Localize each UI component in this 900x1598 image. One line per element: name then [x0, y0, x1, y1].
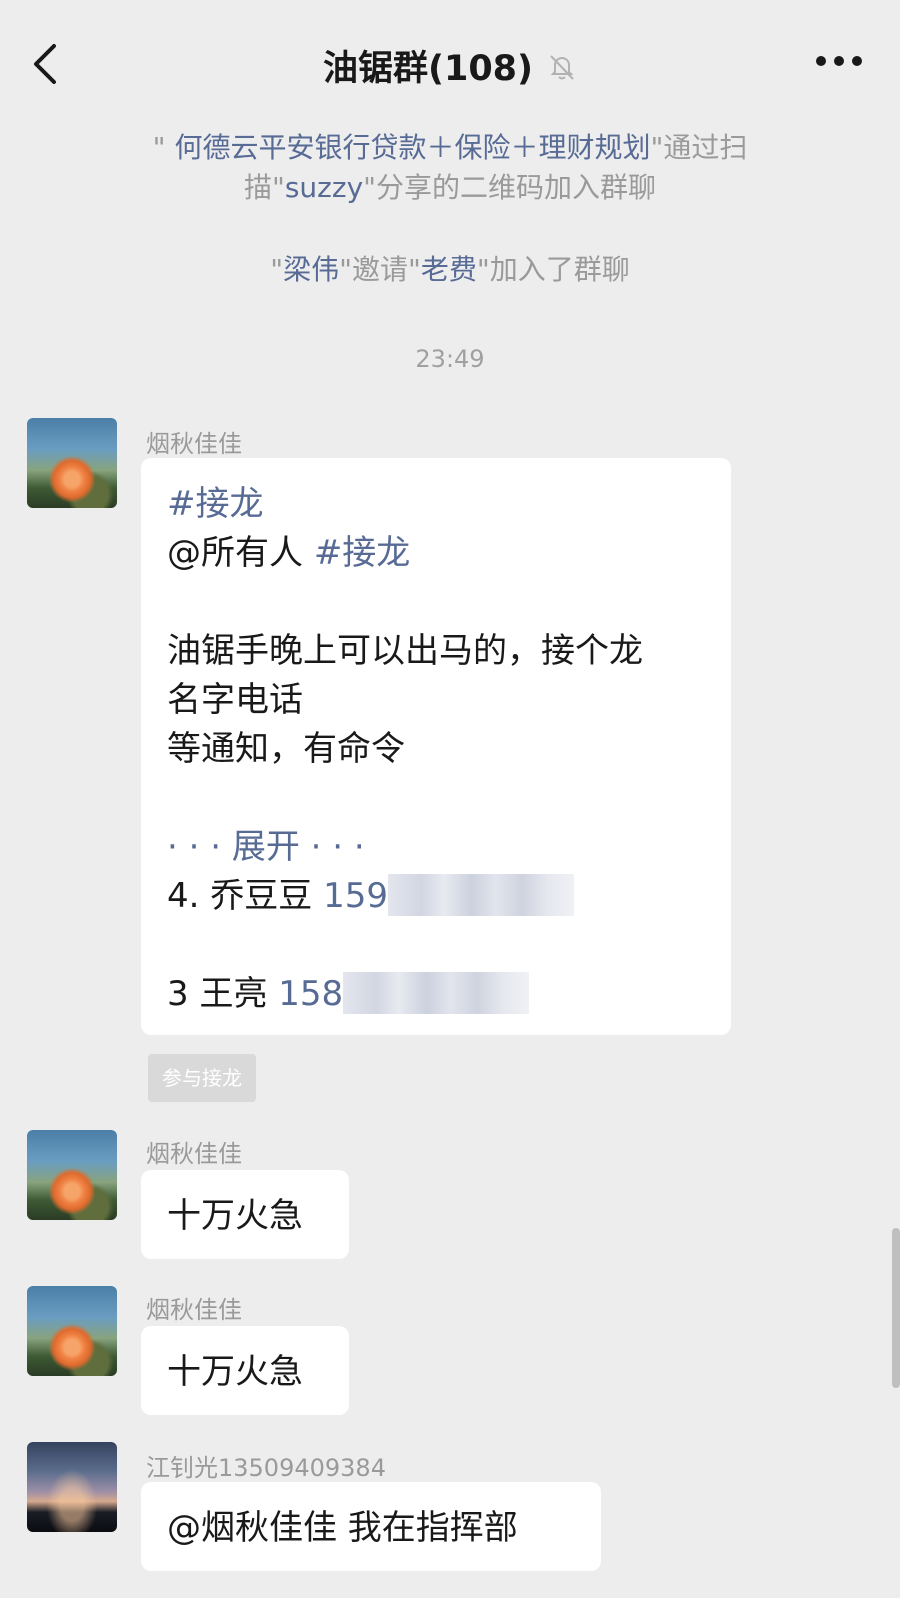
system-text: "加入了群聊 — [476, 253, 630, 286]
phone-link[interactable]: 159 — [323, 876, 388, 916]
message-text: 十万火急 — [167, 1352, 303, 1392]
member-name-link[interactable]: 梁伟 — [283, 253, 339, 286]
avatar[interactable] — [27, 1442, 117, 1532]
chat-title[interactable]: 油锯群(108) — [0, 40, 900, 91]
system-text: "分享的二维码加入群聊 — [363, 171, 657, 204]
quote-text: " — [152, 131, 175, 164]
entry-name: 3 王亮 — [167, 974, 279, 1014]
system-text: "邀请" — [339, 253, 421, 286]
more-dots-icon[interactable] — [816, 56, 862, 70]
message-bubble[interactable]: @烟秋佳佳 我在指挥部 — [141, 1482, 601, 1571]
chat-title-text: 油锯群(108) — [322, 49, 534, 89]
sender-name: 烟秋佳佳 — [146, 430, 242, 458]
member-name-link[interactable]: 老费 — [421, 253, 477, 286]
message-text: 十万火急 — [167, 1196, 303, 1236]
quote-text: " — [270, 253, 284, 286]
hashtag-link[interactable]: #接龙 — [167, 484, 264, 524]
message-bubble-solitaire[interactable]: #接龙 @所有人 #接龙 油锯手晚上可以出马的，接个龙 名字电话 等通知，有命令… — [141, 458, 731, 1035]
member-name-link[interactable]: suzzy — [285, 171, 363, 204]
timestamp: 23:49 — [415, 345, 485, 373]
scrollbar[interactable] — [892, 1228, 900, 1388]
message-text: 等通知，有命令 — [167, 729, 405, 769]
phone-link[interactable]: 158 — [278, 974, 343, 1014]
message-text: @所有人 — [167, 533, 314, 573]
sender-name: 烟秋佳佳 — [146, 1296, 242, 1324]
system-message-join-qr: " 何德云平安银行贷款＋保险＋理财规划"通过扫描"suzzy"分享的二维码加入群… — [90, 128, 810, 208]
chat-header: 油锯群(108) — [0, 0, 900, 122]
message-text: 名字电话 — [167, 680, 303, 720]
join-solitaire-button[interactable]: 参与接龙 — [148, 1054, 256, 1102]
sender-name: 江钊光13509409384 — [146, 1454, 386, 1482]
bell-off-icon — [550, 55, 574, 80]
message-text: @烟秋佳佳 我在指挥部 — [167, 1508, 518, 1548]
message-bubble[interactable]: 十万火急 — [141, 1326, 349, 1415]
member-name-link[interactable]: 何德云平安银行贷款＋保险＋理财规划 — [174, 131, 650, 164]
message-text: 油锯手晚上可以出马的，接个龙 — [167, 631, 643, 671]
sender-name: 烟秋佳佳 — [146, 1140, 242, 1168]
system-message-invite: "梁伟"邀请"老费"加入了群聊 — [90, 250, 810, 290]
expand-link[interactable]: · · · 展开 · · · — [167, 827, 365, 867]
entry-name: 4. 乔豆豆 — [167, 876, 324, 916]
avatar[interactable] — [27, 1286, 117, 1376]
redacted-phone — [343, 971, 530, 1014]
hashtag-link[interactable]: #接龙 — [314, 533, 411, 573]
avatar[interactable] — [27, 1130, 117, 1220]
avatar[interactable] — [27, 418, 117, 508]
message-bubble[interactable]: 十万火急 — [141, 1170, 349, 1259]
redacted-phone — [387, 873, 574, 916]
